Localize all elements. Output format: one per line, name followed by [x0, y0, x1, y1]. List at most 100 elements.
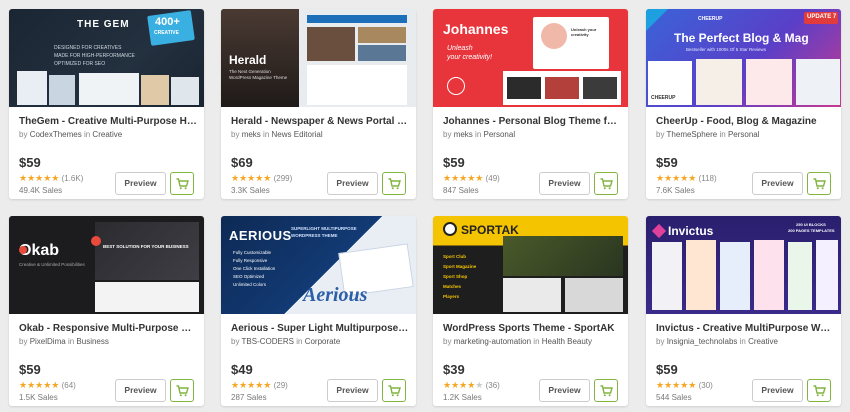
- thumbnail-thegem[interactable]: THE GEM 400+ CREATIVE DESIGNED FOR CREAT…: [9, 9, 204, 107]
- category-link[interactable]: News Editorial: [272, 130, 323, 139]
- add-to-cart-button[interactable]: [170, 172, 194, 195]
- icon-row: [19, 280, 89, 292]
- category-link[interactable]: Health Beauty: [542, 337, 592, 346]
- thumb-brand: Invictus: [668, 224, 714, 238]
- screenshot-image: [171, 77, 199, 105]
- screenshot-image: [507, 77, 541, 99]
- screenshot-image: [754, 240, 784, 310]
- item-price: $59: [443, 155, 465, 170]
- add-to-cart-button[interactable]: [807, 172, 831, 195]
- item-price: $39: [443, 362, 465, 377]
- item-rating: ★★★★★ (299): [231, 173, 292, 184]
- preview-button[interactable]: Preview: [327, 379, 378, 402]
- category-link[interactable]: Personal: [728, 130, 760, 139]
- screenshot-image: [503, 278, 561, 312]
- screenshot-image: [652, 242, 682, 310]
- thumbnail-sportak[interactable]: SPORTAK Sport Club Sport Magazine Sport …: [433, 216, 628, 314]
- preview-button[interactable]: Preview: [115, 172, 166, 195]
- item-title[interactable]: CheerUp - Food, Blog & Magazine: [656, 116, 834, 127]
- item-rating: ★★★★★ (64): [19, 380, 76, 391]
- star-rating-icon: ★★★★★: [443, 380, 484, 390]
- feature-item: Sport Magazine: [443, 264, 477, 269]
- preview-button[interactable]: Preview: [752, 379, 803, 402]
- star-rating-icon: ★★★★★: [443, 173, 484, 183]
- author-link[interactable]: CodexThemes: [30, 130, 82, 139]
- screenshot-image: [796, 59, 840, 105]
- thumb-line2: Bestseller with 1000s Of 5 Star Reviews: [686, 47, 767, 52]
- add-to-cart-button[interactable]: [170, 379, 194, 402]
- feature-item: SEO Optimized: [233, 274, 265, 279]
- item-sales: 847 Sales: [443, 186, 479, 195]
- item-card-cheerup: CHEERUP UPDATE 7 The Perfect Blog & Mag …: [646, 9, 841, 199]
- thumb-brand: AERIOUS: [229, 228, 292, 243]
- item-grid: THE GEM 400+ CREATIVE DESIGNED FOR CREAT…: [0, 0, 850, 412]
- author-link[interactable]: marketing-automation: [454, 337, 531, 346]
- category-link[interactable]: Business: [76, 337, 108, 346]
- add-to-cart-button[interactable]: [382, 172, 406, 195]
- item-title[interactable]: Invictus - Creative MultiPurpose WordPre…: [656, 323, 834, 334]
- author-link[interactable]: meks: [242, 130, 261, 139]
- add-to-cart-button[interactable]: [594, 172, 618, 195]
- add-to-cart-button[interactable]: [382, 379, 406, 402]
- thumbnail-cheerup[interactable]: CHEERUP UPDATE 7 The Perfect Blog & Mag …: [646, 9, 841, 107]
- item-card-invictus: Invictus 250 UI BLOCKS 200 PAGES TEMPLAT…: [646, 216, 841, 406]
- by-label: by: [443, 130, 452, 139]
- preview-button[interactable]: Preview: [539, 172, 590, 195]
- author-link[interactable]: ThemeSphere: [667, 130, 718, 139]
- screenshot-image: [95, 282, 199, 312]
- thumbnail-aerious[interactable]: AERIOUS SUPERLIGHT MULTIPURPOSE WORDPRES…: [221, 216, 416, 314]
- preview-button[interactable]: Preview: [539, 379, 590, 402]
- thumb-line1: Unleash: [447, 45, 473, 52]
- feature-item: Unlimited Colors: [233, 282, 267, 287]
- author-link[interactable]: PixelDima: [30, 337, 66, 346]
- cart-icon: [388, 178, 401, 190]
- screenshot-image: [545, 77, 579, 99]
- item-price: $69: [231, 155, 253, 170]
- preview-button[interactable]: Preview: [115, 379, 166, 402]
- item-author-line: by CodexThemes in Creative: [19, 130, 197, 139]
- add-to-cart-button[interactable]: [594, 379, 618, 402]
- author-link[interactable]: Insignia_technolabs: [667, 337, 738, 346]
- item-card-sportak: SPORTAK Sport Club Sport Magazine Sport …: [433, 216, 628, 406]
- thumbnail-okab[interactable]: Okab Creative & Unlimited Possibilities …: [9, 216, 204, 314]
- item-title[interactable]: Aerious - Super Light Multipurpose WordP…: [231, 323, 409, 334]
- preview-button[interactable]: Preview: [327, 172, 378, 195]
- item-rating: ★★★★★ (1.6K): [19, 173, 83, 184]
- category-link[interactable]: Creative: [92, 130, 122, 139]
- item-title[interactable]: TheGem - Creative Multi-Purpose High-Per…: [19, 116, 197, 127]
- thumbnail-johannes[interactable]: Johannes Unleash your creativity! Unleas…: [433, 9, 628, 107]
- by-label: by: [656, 130, 665, 139]
- preview-button[interactable]: Preview: [752, 172, 803, 195]
- item-title[interactable]: Johannes - Personal Blog Theme for WordP…: [443, 116, 621, 127]
- screenshot-image: [358, 45, 406, 61]
- item-title[interactable]: Okab - Responsive Multi-Purpose WordPres…: [19, 323, 197, 334]
- item-title[interactable]: Herald - Newspaper & News Portal WordPre…: [231, 116, 409, 127]
- category-link[interactable]: Personal: [484, 130, 516, 139]
- thumb-line1: The Next Generation: [229, 69, 271, 74]
- item-card-thegem: THE GEM 400+ CREATIVE DESIGNED FOR CREAT…: [9, 9, 204, 199]
- ball-icon: [443, 222, 457, 236]
- item-card-johannes: Johannes Unleash your creativity! Unleas…: [433, 9, 628, 199]
- author-link[interactable]: meks: [454, 130, 473, 139]
- screenshot-image: [503, 236, 623, 276]
- item-price: $59: [19, 155, 41, 170]
- author-link[interactable]: TBS-CODERS: [242, 337, 294, 346]
- item-author-line: by TBS-CODERS in Corporate: [231, 337, 409, 346]
- add-to-cart-button[interactable]: [807, 379, 831, 402]
- review-count: (1.6K): [61, 174, 84, 183]
- by-label: by: [231, 130, 240, 139]
- thumbnail-herald[interactable]: Herald The Next Generation WordPress Mag…: [221, 9, 416, 107]
- category-link[interactable]: Corporate: [305, 337, 341, 346]
- cart-icon: [600, 178, 613, 190]
- thumbnail-invictus[interactable]: Invictus 250 UI BLOCKS 200 PAGES TEMPLAT…: [646, 216, 841, 314]
- cart-icon: [813, 385, 826, 397]
- review-count: (36): [485, 381, 500, 390]
- in-label: in: [719, 130, 726, 139]
- item-card-okab: Okab Creative & Unlimited Possibilities …: [9, 216, 204, 406]
- item-sales: 544 Sales: [656, 393, 692, 402]
- category-link[interactable]: Creative: [748, 337, 778, 346]
- logo-dot: [19, 246, 27, 254]
- star-rating-icon: ★★★★★: [231, 173, 272, 183]
- item-title[interactable]: WordPress Sports Theme - SportAK: [443, 323, 621, 334]
- by-label: by: [656, 337, 665, 346]
